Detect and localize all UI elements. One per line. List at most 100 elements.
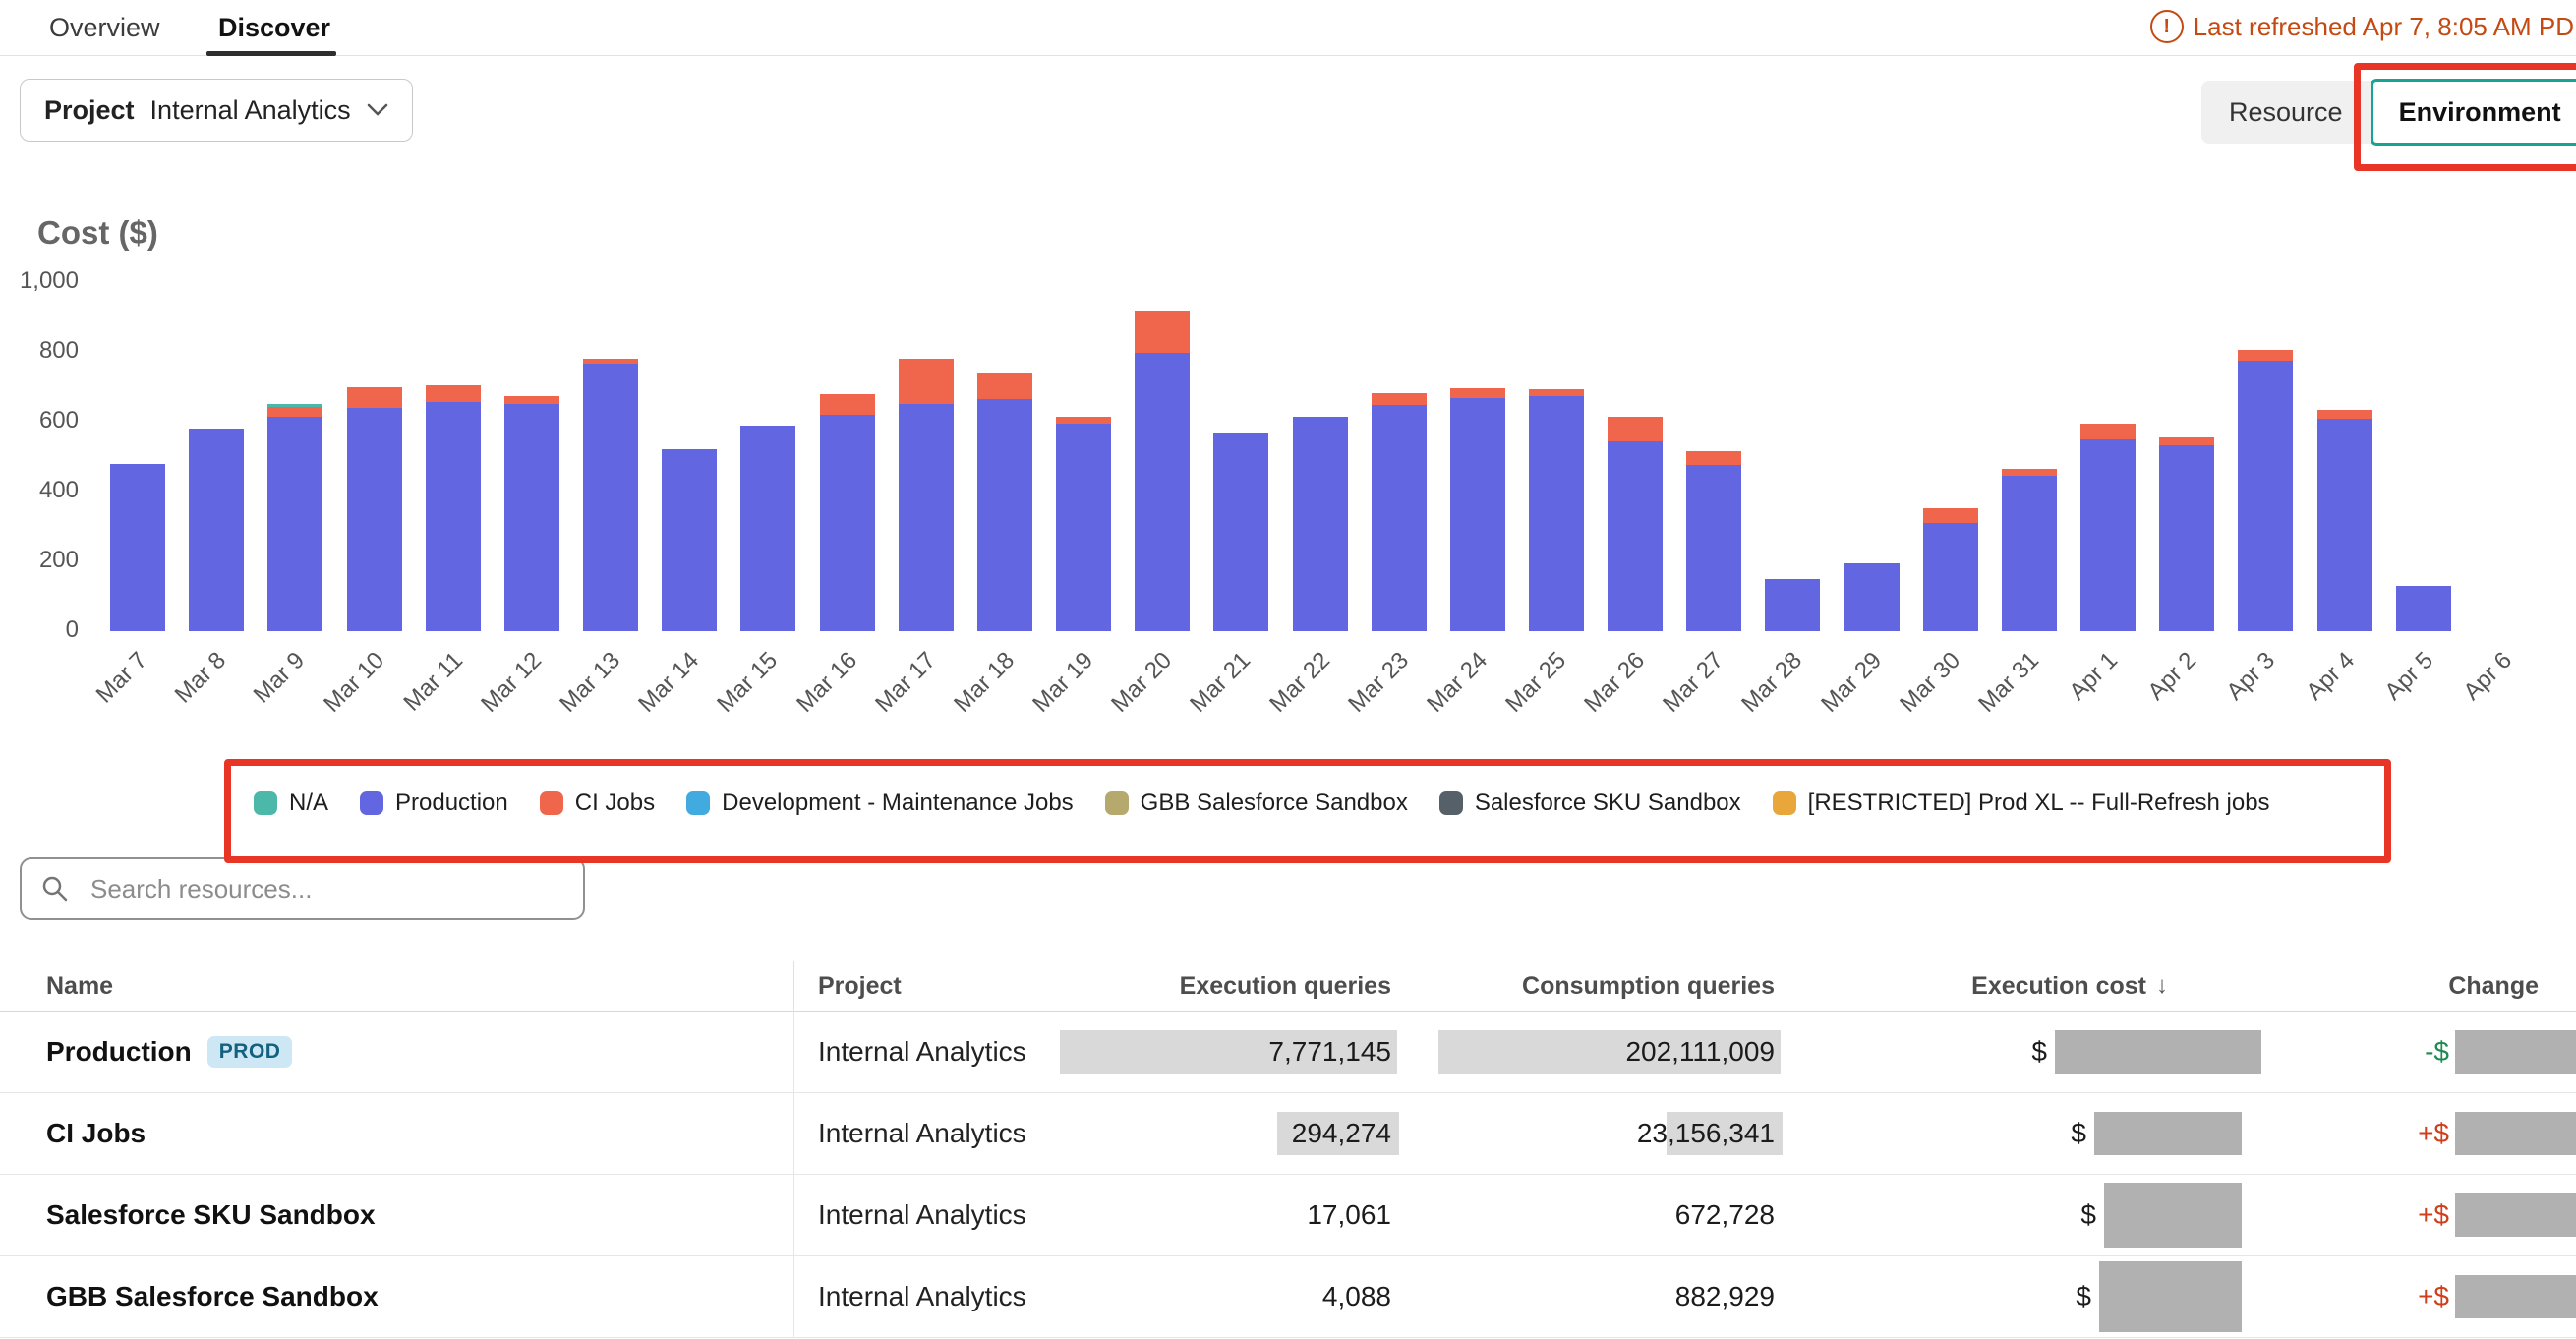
- bar-segment-ci-jobs[interactable]: [583, 359, 638, 364]
- bar-segment-production[interactable]: [189, 429, 244, 631]
- legend-label: GBB Salesforce Sandbox: [1141, 789, 1408, 817]
- bar-segment-production[interactable]: [2080, 439, 2136, 631]
- x-axis-label: Mar 21: [1165, 647, 1257, 738]
- redacted-change-value: [2455, 1193, 2576, 1237]
- legend-item[interactable]: CI Jobs: [540, 789, 655, 817]
- legend-label: Development - Maintenance Jobs: [722, 789, 1074, 817]
- bar-segment-n-a[interactable]: [267, 404, 322, 407]
- search-input[interactable]: [20, 857, 585, 920]
- bar-segment-production[interactable]: [1056, 424, 1111, 631]
- legend-swatch: [360, 791, 383, 815]
- execution-cost-cell: $: [1780, 1112, 2173, 1155]
- bar-segment-production[interactable]: [1765, 579, 1820, 631]
- bar-segment-production[interactable]: [820, 415, 875, 631]
- bar-segment-production[interactable]: [2002, 476, 2057, 631]
- bar-segment-production[interactable]: [1213, 433, 1268, 631]
- redacted-change-value: [2455, 1030, 2576, 1074]
- bar-segment-ci-jobs[interactable]: [2317, 410, 2372, 419]
- bar-segment-ci-jobs[interactable]: [1923, 508, 1978, 523]
- legend-swatch: [540, 791, 563, 815]
- x-axis-label: Mar 18: [928, 647, 1020, 738]
- table-row[interactable]: CI Jobs Internal Analytics 294,274 23,15…: [0, 1093, 2576, 1175]
- change-prefix: +$: [2418, 1118, 2449, 1149]
- column-header-change[interactable]: Change: [2173, 972, 2576, 1001]
- x-axis-label: Mar 14: [614, 647, 705, 738]
- bar-segment-production[interactable]: [347, 408, 402, 631]
- table-row[interactable]: Salesforce SKU Sandbox Internal Analytic…: [0, 1175, 2576, 1256]
- discover-page: Overview Discover ! Last refreshed Apr 7…: [0, 0, 2576, 1339]
- column-header-execution-queries[interactable]: Execution queries: [1111, 972, 1396, 1001]
- bar-segment-ci-jobs[interactable]: [2080, 424, 2136, 439]
- legend-item[interactable]: [RESTRICTED] Prod XL -- Full-Refresh job…: [1773, 789, 2270, 817]
- project-cell: Internal Analytics: [793, 1093, 1111, 1174]
- column-header-project[interactable]: Project: [793, 961, 1111, 1011]
- bar-segment-production[interactable]: [267, 417, 322, 631]
- bar-segment-ci-jobs[interactable]: [1056, 417, 1111, 425]
- bar-segment-production[interactable]: [899, 404, 954, 631]
- cost-prefix: $: [2080, 1199, 2096, 1231]
- bar-segment-ci-jobs[interactable]: [1608, 417, 1663, 440]
- column-header-name[interactable]: Name: [0, 972, 793, 1001]
- bar-segment-production[interactable]: [2159, 445, 2214, 631]
- legend-item[interactable]: Production: [360, 789, 508, 817]
- x-axis-label: Mar 26: [1559, 647, 1651, 738]
- bar-segment-ci-jobs[interactable]: [347, 387, 402, 408]
- bar-segment-ci-jobs[interactable]: [899, 359, 954, 403]
- y-axis-label: 200: [0, 547, 79, 574]
- legend-label: CI Jobs: [575, 789, 655, 817]
- bar-segment-ci-jobs[interactable]: [820, 394, 875, 415]
- legend-item[interactable]: Salesforce SKU Sandbox: [1439, 789, 1741, 817]
- bar-segment-production[interactable]: [504, 404, 559, 631]
- bar-segment-production[interactable]: [1293, 417, 1348, 631]
- bar-segment-production[interactable]: [1923, 523, 1978, 631]
- x-axis-label: Apr 2: [2111, 647, 2202, 738]
- bar-segment-production[interactable]: [1372, 405, 1427, 631]
- bar-segment-ci-jobs[interactable]: [267, 407, 322, 417]
- bar-segment-ci-jobs[interactable]: [2238, 350, 2293, 361]
- legend-item[interactable]: Development - Maintenance Jobs: [686, 789, 1074, 817]
- bar-segment-production[interactable]: [2238, 361, 2293, 631]
- bar-segment-ci-jobs[interactable]: [1372, 393, 1427, 405]
- project-cell: Internal Analytics: [793, 1175, 1111, 1255]
- bar-segment-production[interactable]: [740, 426, 795, 631]
- bar-segment-ci-jobs[interactable]: [977, 373, 1032, 399]
- x-axis-label: Mar 22: [1244, 647, 1335, 738]
- x-axis-label: Mar 10: [298, 647, 389, 738]
- bar-segment-ci-jobs[interactable]: [1450, 388, 1505, 398]
- legend-item[interactable]: GBB Salesforce Sandbox: [1105, 789, 1408, 817]
- bar-segment-ci-jobs[interactable]: [426, 385, 481, 402]
- bar-segment-ci-jobs[interactable]: [1686, 451, 1741, 465]
- bar-segment-production[interactable]: [1844, 563, 1900, 631]
- bar-segment-production[interactable]: [426, 402, 481, 631]
- resource-name-cell: GBB Salesforce Sandbox: [0, 1281, 793, 1312]
- bar-segment-production[interactable]: [662, 449, 717, 631]
- table-row[interactable]: GBB Salesforce Sandbox Internal Analytic…: [0, 1256, 2576, 1338]
- bar-segment-ci-jobs[interactable]: [2002, 469, 2057, 476]
- bar-segment-production[interactable]: [977, 399, 1032, 631]
- bar-segment-production[interactable]: [110, 464, 165, 631]
- column-header-consumption-queries[interactable]: Consumption queries: [1396, 972, 1780, 1001]
- legend-label: [RESTRICTED] Prod XL -- Full-Refresh job…: [1808, 789, 2270, 817]
- bar-segment-ci-jobs[interactable]: [1135, 311, 1190, 353]
- column-header-execution-cost[interactable]: Execution cost ↓: [1780, 972, 2173, 1001]
- y-axis-label: 600: [0, 407, 79, 435]
- bar-segment-production[interactable]: [1529, 396, 1584, 631]
- bar-segment-production[interactable]: [2396, 586, 2451, 631]
- bar-segment-production[interactable]: [2317, 419, 2372, 631]
- bar-segment-production[interactable]: [1608, 441, 1663, 631]
- table-row[interactable]: Production PROD Internal Analytics 7,771…: [0, 1012, 2576, 1093]
- bar-segment-ci-jobs[interactable]: [2159, 437, 2214, 445]
- execution-queries-cell: 4,088: [1111, 1281, 1396, 1312]
- bar-segment-production[interactable]: [1450, 398, 1505, 631]
- legend-item[interactable]: N/A: [254, 789, 328, 817]
- resources-table: Name Project Execution queries Consumpti…: [0, 961, 2576, 1338]
- change-cell: +$: [2173, 1193, 2576, 1237]
- bar-segment-production[interactable]: [583, 364, 638, 631]
- x-axis-label: Mar 30: [1874, 647, 1965, 738]
- execution-queries-cell: 17,061: [1111, 1199, 1396, 1231]
- resource-name: CI Jobs: [46, 1118, 146, 1149]
- bar-segment-production[interactable]: [1135, 353, 1190, 631]
- bar-segment-production[interactable]: [1686, 465, 1741, 631]
- bar-segment-ci-jobs[interactable]: [1529, 389, 1584, 397]
- bar-segment-ci-jobs[interactable]: [504, 396, 559, 404]
